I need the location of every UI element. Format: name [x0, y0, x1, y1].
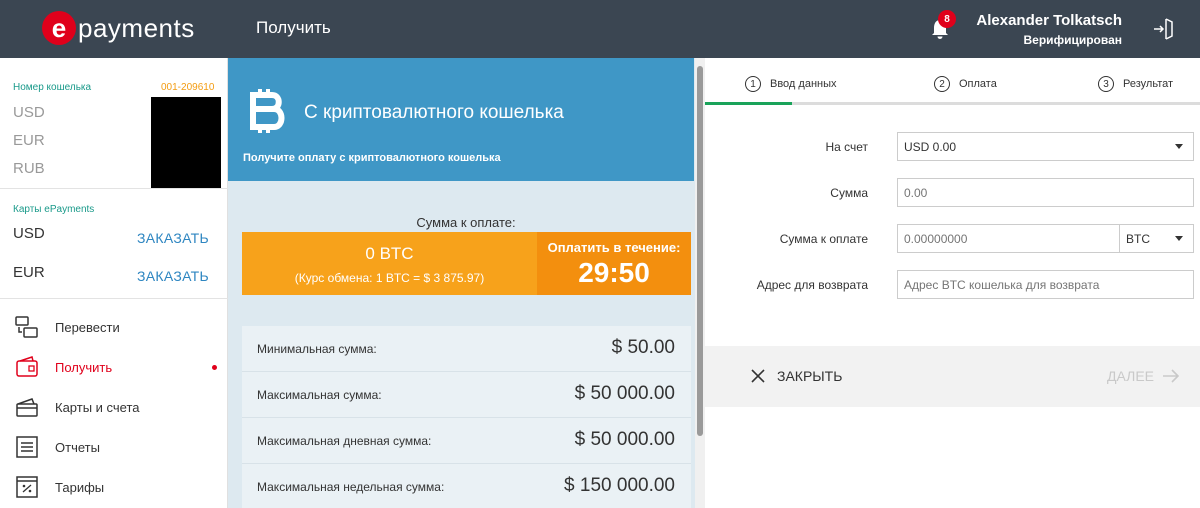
wallet-number: 001-209610: [161, 82, 215, 93]
nav-item-tariffs[interactable]: Тарифы: [0, 467, 228, 507]
cards-icon: [16, 398, 38, 417]
pay-amount-label: Сумма к оплате: [779, 232, 868, 246]
limit-row: Максимальная дневная сумма: $ 50 000.00: [242, 418, 691, 464]
card-currency-eur: EUR: [13, 264, 45, 281]
step-payment: 2 Оплата: [934, 76, 997, 92]
limit-label: Максимальная дневная сумма:: [257, 434, 432, 448]
balance-currency-rub: RUB: [13, 160, 45, 177]
payment-panel-scrollbar[interactable]: [695, 58, 705, 508]
chevron-down-icon: [1175, 144, 1183, 149]
timer-label: Оплатить в течение:: [547, 240, 681, 255]
balance-currency-eur: EUR: [13, 132, 45, 149]
step-number: 2: [934, 76, 950, 92]
limit-row: Максимальная сумма: $ 50 000.00: [242, 372, 691, 418]
logo-e-mark: e: [42, 11, 76, 45]
sidebar: Номер кошелька 001-209610 USD EUR RUB Ка…: [0, 58, 228, 508]
nav-item-receive[interactable]: Получить: [0, 347, 228, 387]
payment-timer-box: Оплатить в течение: 29:50: [537, 232, 691, 295]
pay-currency-value: BTC: [1126, 231, 1150, 246]
limit-row: Максимальная недельная сумма: $ 150 000.…: [242, 464, 691, 508]
bitcoin-icon: [250, 89, 285, 133]
close-label: ЗАКРЫТЬ: [777, 368, 843, 384]
close-icon: [751, 369, 765, 383]
close-button[interactable]: ЗАКРЫТЬ: [751, 368, 842, 384]
logo-text: payments: [78, 12, 195, 43]
receive-form: 1 Ввод данных 2 Оплата 3 Результат На сч…: [705, 58, 1200, 508]
sidebar-divider: [0, 188, 228, 189]
nav-item-reports[interactable]: Отчеты: [0, 427, 228, 467]
limit-label: Максимальная недельная сумма:: [257, 480, 445, 494]
tariffs-icon: [16, 476, 38, 498]
step-enter-data: 1 Ввод данных: [745, 76, 837, 92]
nav-item-cards[interactable]: Карты и счета: [0, 387, 228, 427]
limit-value: $ 150 000.00: [564, 475, 675, 496]
pay-amount-box: 0 BTC (Курс обмена: 1 BTC = $ 3 875.97): [242, 232, 537, 295]
account-label: На счет: [825, 140, 868, 154]
next-button[interactable]: ДАЛЕЕ: [1107, 368, 1180, 384]
step-label: Ввод данных: [770, 78, 837, 90]
pay-amount: 0 BTC: [365, 244, 414, 263]
arrow-right-icon: [1163, 369, 1180, 383]
payment-panel-header: С криптовалютного кошелька Получите опла…: [228, 58, 694, 181]
account-select[interactable]: USD 0.00: [897, 132, 1194, 161]
limit-label: Максимальная сумма:: [257, 388, 382, 402]
card-currency-usd: USD: [13, 225, 45, 242]
refund-address-label: Адрес для возврата: [756, 278, 868, 292]
active-dot: [212, 364, 217, 370]
step-progress: [705, 102, 792, 105]
notification-badge[interactable]: 8: [938, 10, 956, 28]
amount-input[interactable]: [897, 178, 1194, 207]
cards-section-label: Карты ePayments: [13, 204, 95, 215]
form-action-bar: ЗАКРЫТЬ ДАЛЕЕ: [705, 346, 1200, 407]
order-card-eur-button[interactable]: ЗАКАЗАТЬ: [137, 268, 209, 284]
nav-label: Отчеты: [55, 439, 100, 455]
payment-panel: С криптовалютного кошелька Получите опла…: [228, 58, 705, 508]
refund-address-input[interactable]: [897, 270, 1194, 299]
account-value: USD 0.00: [904, 139, 957, 154]
page-title: Получить: [256, 18, 331, 37]
receive-wallet-icon: [16, 356, 38, 377]
balance-currency-usd: USD: [13, 104, 45, 121]
scrollbar-thumb[interactable]: [697, 66, 703, 436]
exchange-rate: (Курс обмена: 1 BTC = $ 3 875.97): [294, 271, 485, 285]
nav-item-transfer[interactable]: Перевести: [0, 307, 228, 347]
step-number: 3: [1098, 76, 1114, 92]
nav-label: Перевести: [55, 319, 120, 335]
payment-panel-title: С криптовалютного кошелька: [304, 102, 564, 123]
reports-icon: [16, 436, 38, 458]
user-name[interactable]: Alexander Tolkatsch: [976, 12, 1122, 29]
next-label: ДАЛЕЕ: [1107, 368, 1154, 384]
limit-label: Минимальная сумма:: [257, 342, 377, 356]
nav-label: Тарифы: [55, 479, 105, 495]
wallet-number-label: Номер кошелька: [13, 82, 92, 93]
step-label: Результат: [1123, 78, 1174, 90]
limit-value: $ 50.00: [611, 337, 675, 358]
user-status: Верифицирован: [1023, 33, 1122, 47]
chevron-down-icon: [1175, 236, 1183, 241]
nav-label: Получить: [55, 359, 113, 375]
epayments-logo[interactable]: e payments: [42, 10, 195, 46]
step-result: 3 Результат: [1098, 76, 1173, 92]
step-label: Оплата: [959, 78, 997, 90]
amount-label: Сумма: [830, 186, 868, 200]
limits-list: Минимальная сумма: $ 50.00 Максимальная …: [242, 326, 691, 508]
top-header: e payments Получить 8 Alexander Tolkatsc…: [0, 0, 1200, 58]
masked-balances: [151, 97, 221, 188]
limit-value: $ 50 000.00: [574, 383, 675, 404]
limit-row: Минимальная сумма: $ 50.00: [242, 326, 691, 372]
step-number: 1: [745, 76, 761, 92]
sum-to-pay-label: Сумма к оплате:: [416, 215, 516, 230]
pay-currency-select[interactable]: BTC: [1119, 224, 1194, 253]
nav-label: Карты и счета: [55, 399, 140, 415]
pay-amount-input[interactable]: [897, 224, 1120, 253]
transfer-icon: [15, 316, 38, 338]
order-card-usd-button[interactable]: ЗАКАЗАТЬ: [137, 230, 209, 246]
payment-panel-subtitle: Получите оплату с криптовалютного кошель…: [243, 152, 501, 164]
sidebar-divider: [0, 298, 228, 299]
timer-value: 29:50: [578, 257, 650, 288]
limit-value: $ 50 000.00: [574, 429, 675, 450]
logout-icon[interactable]: [1152, 16, 1176, 42]
